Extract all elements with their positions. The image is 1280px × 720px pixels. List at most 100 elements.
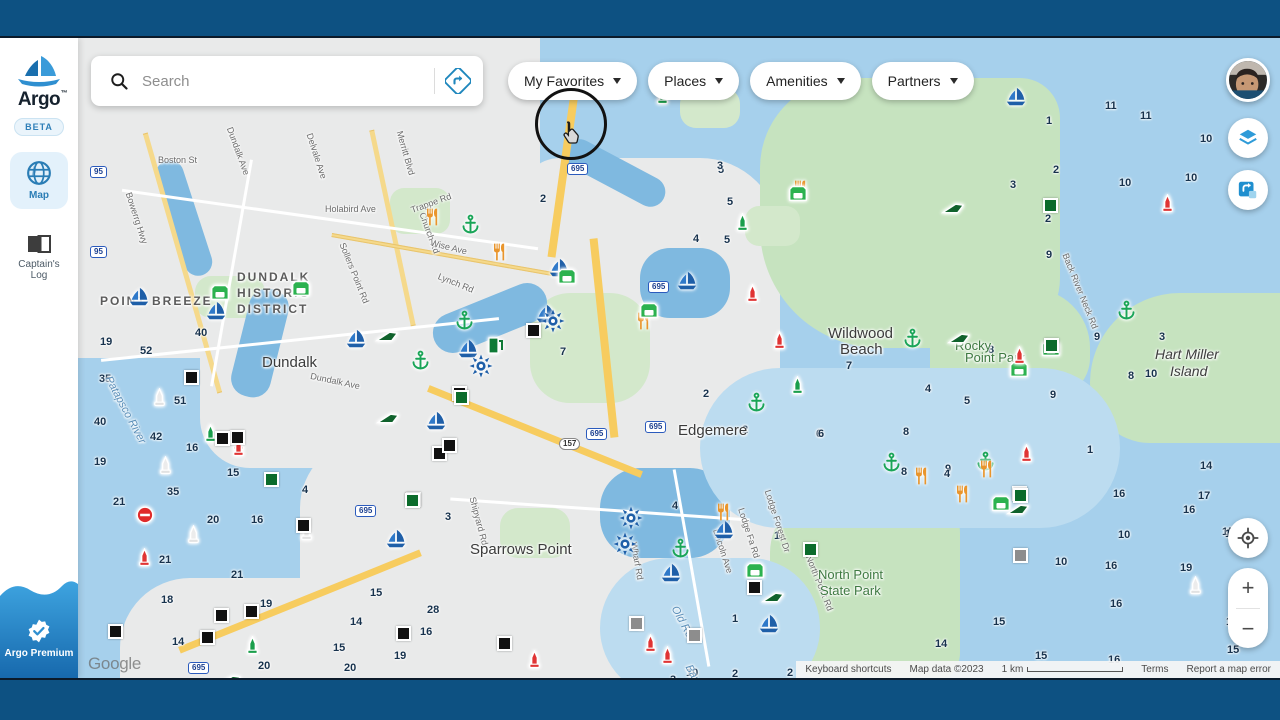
poi-marker-buoy-red[interactable]: [745, 284, 760, 303]
poi-marker-boatramp[interactable]: [761, 589, 785, 605]
poi-marker-restaurant[interactable]: [489, 241, 509, 263]
poi-marker-restaurant[interactable]: [422, 206, 442, 228]
map-marker-square[interactable]: [200, 630, 215, 645]
poi-marker-marina[interactable]: [638, 300, 660, 320]
poi-marker-buoy-red[interactable]: [137, 548, 152, 567]
user-avatar[interactable]: [1226, 58, 1270, 102]
poi-marker-boatramp[interactable]: [1006, 501, 1030, 517]
terms-link[interactable]: Terms: [1132, 664, 1177, 675]
poi-marker-buoy-red[interactable]: [660, 646, 675, 665]
poi-marker-anchor[interactable]: [460, 214, 481, 235]
poi-marker-buoy-red[interactable]: [1160, 194, 1175, 213]
map-marker-square[interactable]: [184, 370, 199, 385]
map-marker-square[interactable]: [747, 580, 762, 595]
poi-marker-anchor[interactable]: [902, 328, 923, 349]
poi-marker-restaurant[interactable]: [713, 501, 733, 523]
poi-marker-sailboat[interactable]: [128, 286, 150, 308]
poi-marker-buoy-white[interactable]: [158, 456, 173, 475]
poi-marker-sailboat[interactable]: [660, 562, 682, 584]
map-layers-button[interactable]: [1228, 118, 1268, 158]
map-canvas[interactable]: 11 10 10 10 11 1 2 3 2 9 9 8 5 4 7 6 8 9 3 9 5 5 5 2 3 4 2 2 6 7 19 52 3…: [0, 38, 1280, 678]
poi-marker-buoy-white[interactable]: [1188, 576, 1203, 595]
map-marker-square[interactable]: [629, 616, 644, 631]
poi-marker-helm[interactable]: [541, 309, 565, 333]
poi-marker-anchor[interactable]: [410, 350, 431, 371]
map-marker-square[interactable]: [396, 626, 411, 641]
poi-marker-marina[interactable]: [290, 278, 312, 298]
poi-marker-noentry[interactable]: [136, 506, 154, 524]
poi-marker-sailboat[interactable]: [385, 528, 407, 550]
poi-marker-marina[interactable]: [787, 183, 809, 203]
poi-marker-helm[interactable]: [469, 354, 493, 378]
map-marker-square[interactable]: [454, 390, 469, 405]
map-marker-square[interactable]: [244, 604, 259, 619]
poi-marker-sailboat[interactable]: [676, 270, 698, 292]
poi-marker-buoy-green[interactable]: [790, 376, 805, 395]
map-marker-square[interactable]: [405, 493, 420, 508]
poi-marker-helm[interactable]: [613, 532, 637, 556]
poi-marker-anchor[interactable]: [1116, 300, 1137, 321]
map-marker-square[interactable]: [497, 636, 512, 651]
poi-marker-buoy-red[interactable]: [643, 634, 658, 653]
poi-marker-sailboat[interactable]: [1005, 86, 1027, 108]
poi-marker-anchor[interactable]: [746, 392, 767, 413]
poi-marker-marina[interactable]: [744, 560, 766, 580]
poi-marker-sailboat[interactable]: [425, 410, 447, 432]
map-marker-square[interactable]: [296, 518, 311, 533]
poi-marker-buoy-red[interactable]: [527, 650, 542, 669]
poi-marker-boatramp[interactable]: [947, 330, 971, 346]
map-marker-square[interactable]: [687, 628, 702, 643]
my-location-button[interactable]: [1228, 518, 1268, 558]
poi-marker-buoy-red[interactable]: [1012, 346, 1027, 365]
map-marker-square[interactable]: [1013, 488, 1028, 503]
zoom-in-button[interactable]: +: [1228, 568, 1268, 608]
poi-marker-sailboat[interactable]: [758, 613, 780, 635]
poi-marker-sailboat[interactable]: [345, 328, 367, 350]
keyboard-shortcuts-link[interactable]: Keyboard shortcuts: [796, 664, 900, 675]
map-marker-square[interactable]: [803, 542, 818, 557]
map-marker-square[interactable]: [264, 472, 279, 487]
map-marker-square[interactable]: [230, 430, 245, 445]
poi-marker-anchor[interactable]: [670, 538, 691, 559]
poi-marker-buoy-red[interactable]: [1019, 444, 1034, 463]
search-input[interactable]: [142, 72, 424, 90]
poi-marker-helm[interactable]: [619, 506, 643, 530]
sidebar-item-captains-log[interactable]: Captain's Log: [10, 225, 68, 289]
map-marker-square[interactable]: [442, 438, 457, 453]
poi-marker-sailboat[interactable]: [205, 300, 227, 322]
map-marker-square[interactable]: [108, 624, 123, 639]
filter-my-favorites[interactable]: My Favorites: [508, 62, 638, 100]
poi-marker-anchor[interactable]: [881, 452, 902, 473]
poi-marker-buoy-red[interactable]: [772, 331, 787, 350]
map-marker-square[interactable]: [526, 323, 541, 338]
map-routes-button[interactable]: [1228, 170, 1268, 210]
search-bar[interactable]: [91, 56, 483, 106]
map-marker-square[interactable]: [1013, 548, 1028, 563]
poi-marker-restaurant[interactable]: [911, 465, 931, 487]
report-map-error-link[interactable]: Report a map error: [1178, 664, 1280, 675]
poi-marker-boatramp[interactable]: [375, 328, 399, 344]
poi-marker-restaurant[interactable]: [952, 483, 972, 505]
directions-button[interactable]: [445, 68, 471, 94]
poi-marker-restaurant[interactable]: [976, 458, 996, 480]
filter-amenities[interactable]: Amenities: [750, 62, 861, 100]
poi-marker-marina[interactable]: [556, 266, 578, 286]
filter-places[interactable]: Places: [648, 62, 740, 100]
poi-marker-buoy-green[interactable]: [245, 636, 260, 655]
argo-premium-button[interactable]: Argo Premium: [0, 570, 78, 678]
poi-marker-buoy-white[interactable]: [186, 525, 201, 544]
poi-marker-anchor[interactable]: [454, 310, 475, 331]
poi-marker-fuel[interactable]: [487, 335, 505, 355]
poi-marker-buoy-green[interactable]: [735, 213, 750, 232]
filter-partners[interactable]: Partners: [871, 62, 974, 100]
poi-marker-boatramp[interactable]: [376, 410, 400, 426]
sidebar-item-map[interactable]: Map: [10, 152, 68, 209]
poi-marker-buoy-white[interactable]: [152, 388, 167, 407]
poi-marker-marina[interactable]: [209, 282, 231, 302]
zoom-out-button[interactable]: −: [1228, 609, 1268, 648]
map-marker-square[interactable]: [1043, 198, 1058, 213]
poi-marker-boatramp[interactable]: [941, 200, 965, 216]
map-marker-square[interactable]: [1044, 338, 1059, 353]
map-marker-square[interactable]: [215, 431, 230, 446]
map-marker-square[interactable]: [214, 608, 229, 623]
